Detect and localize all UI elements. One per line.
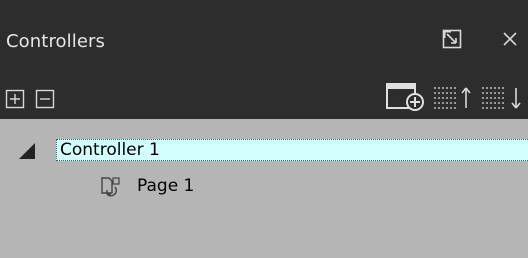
panel-title: Controllers — [6, 31, 106, 52]
restore-window-icon — [441, 28, 463, 54]
tree-item-label[interactable]: Controller 1 — [56, 139, 528, 161]
close-icon — [500, 29, 520, 53]
sort-ascending-icon — [430, 82, 476, 116]
sort-ascending-button[interactable] — [430, 84, 476, 114]
sort-descending-icon — [478, 82, 528, 116]
tree-item-page-1[interactable]: Page 1 — [0, 173, 528, 199]
tree-item-controller-1[interactable]: Controller 1 — [0, 139, 528, 163]
expanded-triangle-icon[interactable] — [17, 143, 37, 159]
add-page-button[interactable] — [385, 82, 425, 116]
tree-item-label[interactable]: Page 1 — [137, 175, 194, 197]
sort-descending-button[interactable] — [478, 84, 528, 114]
panel-header: Controllers — [0, 0, 528, 83]
collapse-all-button[interactable] — [35, 89, 55, 113]
restore-window-button[interactable] — [439, 28, 465, 54]
close-button[interactable] — [497, 28, 523, 54]
expand-all-button[interactable] — [5, 89, 25, 113]
controllers-panel: Controllers Controller 1 Page 1 — [0, 0, 528, 258]
minus-box-icon — [35, 89, 55, 113]
page-icon — [99, 175, 121, 197]
controller-tree: Controller 1 Page 1 — [0, 119, 528, 258]
add-page-icon — [385, 82, 425, 116]
plus-box-icon — [5, 89, 25, 113]
